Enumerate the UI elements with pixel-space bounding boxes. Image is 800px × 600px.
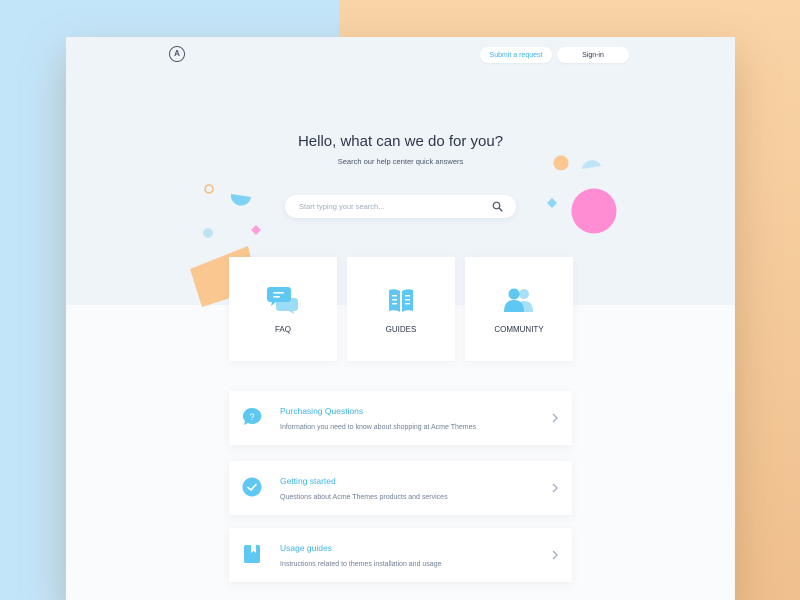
logo-letter: A (174, 49, 180, 58)
svg-text:?: ? (249, 412, 254, 422)
topic-item-usage-guides[interactable]: Usage guides Instructions related to the… (229, 528, 572, 582)
chat-bubbles-icon (267, 287, 298, 314)
pink-circle-shape (571, 188, 617, 234)
chevron-right-icon (552, 413, 558, 423)
topic-description: Questions about Acme Themes products and… (280, 494, 448, 501)
category-label-community: COMMUNITY (494, 325, 544, 334)
topic-description: Information you need to know about shopp… (280, 424, 476, 431)
light-blue-dot-shape (203, 228, 213, 238)
blue-diamond-shape (547, 198, 557, 208)
pink-diamond-shape (251, 225, 261, 235)
search-bar (285, 195, 516, 218)
search-input[interactable] (299, 200, 479, 213)
topic-title: Purchasing Questions (280, 406, 364, 416)
topic-description: Instructions related to themes installat… (280, 561, 442, 568)
sign-in-button[interactable]: Sign-in (557, 47, 629, 63)
search-icon[interactable] (492, 201, 503, 212)
topic-title: Usage guides (280, 543, 332, 553)
help-center-window: A Submit a request Sign-in Hello, what c… (66, 37, 735, 600)
page-title: Hello, what can we do for you? (297, 133, 504, 150)
orange-ring-shape (204, 184, 214, 194)
category-card-faq[interactable]: FAQ (229, 257, 337, 361)
submit-request-button[interactable]: Submit a request (480, 47, 552, 63)
logo[interactable]: A (169, 46, 185, 62)
blue-half-circle-shape (230, 194, 251, 206)
bookmark-icon (244, 545, 260, 563)
topic-item-purchasing-questions[interactable]: ? Purchasing Questions Information you n… (229, 391, 572, 445)
check-circle-icon (242, 477, 262, 497)
category-label-faq: FAQ (274, 325, 291, 334)
people-icon (504, 288, 533, 312)
page-subtitle: Search our help center quick answers (337, 157, 464, 166)
chevron-right-icon (552, 550, 558, 560)
open-book-icon (389, 289, 413, 312)
category-label-guides: GUIDES (385, 325, 417, 334)
topic-item-getting-started[interactable]: Getting started Questions about Acme The… (229, 461, 572, 515)
question-bubble-icon: ? (243, 407, 262, 425)
topic-title: Getting started (280, 476, 336, 486)
category-card-community[interactable]: COMMUNITY (465, 257, 573, 361)
category-card-guides[interactable]: GUIDES (347, 257, 455, 361)
chevron-right-icon (552, 483, 558, 493)
